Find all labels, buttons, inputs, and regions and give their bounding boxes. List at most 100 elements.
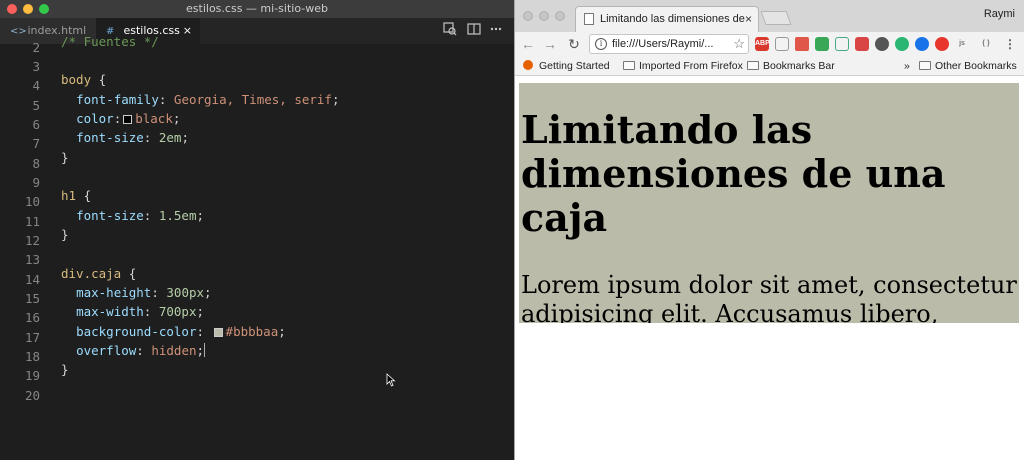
grammarly-extension-icon[interactable]	[895, 37, 909, 51]
code-editor-window: estilos.css — mi-sitio-web <> index.html…	[0, 0, 514, 460]
css-value: black	[135, 111, 173, 126]
bookmark-label: Other Bookmarks	[935, 60, 1017, 72]
css-value: 1.5em	[158, 208, 197, 223]
page-heading: Limitando las dimensiones de una caja	[521, 107, 946, 240]
folder-icon	[919, 61, 931, 70]
code-line: font-size: 1.5em;	[76, 208, 205, 223]
mouse-pointer-icon	[386, 373, 396, 387]
code-line: h1 {	[61, 186, 91, 205]
line-number: 2	[32, 40, 40, 55]
bookmark-other-bookmarks[interactable]: Other Bookmarks	[919, 56, 1017, 76]
forward-arrow-icon[interactable]: →	[541, 34, 559, 54]
minimize-window-button[interactable]	[23, 4, 33, 14]
bookmark-imported-from-firefox[interactable]: Imported From Firefox	[623, 56, 743, 76]
browser-tab-title: Limitando las dimensiones de	[600, 13, 745, 25]
code-line: color: black;	[76, 111, 181, 126]
browser-window: Limitando las dimensiones de × Raymi ← →…	[514, 0, 1024, 460]
more-actions-icon[interactable]	[488, 22, 504, 38]
line-number: 19	[24, 368, 40, 383]
address-text: file:///Users/Raymi/...	[612, 38, 714, 50]
css-selector: h1	[61, 188, 77, 203]
reload-icon[interactable]: ↻	[565, 34, 583, 54]
close-tab-icon[interactable]: ×	[183, 18, 192, 44]
css-value: hidden	[151, 343, 197, 358]
line-number: 10	[24, 194, 40, 209]
css-selector: body	[61, 72, 92, 87]
profile-name[interactable]: Raymi	[984, 8, 1015, 20]
code-line: max-width: 700px;	[76, 304, 205, 319]
code-area[interactable]: 2 3 4 5 6 7 8 9 10 11 12 13 14 15 16 17 …	[0, 34, 514, 460]
minimize-window-button[interactable]	[539, 11, 549, 21]
back-arrow-icon[interactable]: ←	[519, 34, 537, 54]
code-line: background-color: #bbbbaa;	[76, 324, 286, 339]
gear-extension-icon[interactable]	[875, 37, 889, 51]
bookmark-label: Imported From Firefox	[639, 60, 743, 72]
editor-title-bar: estilos.css — mi-sitio-web	[0, 0, 514, 18]
code-line: font-family: Georgia, Times, serif;	[76, 92, 340, 107]
bookmarks-overflow-button[interactable]: »	[904, 56, 910, 76]
code-brace: {	[76, 188, 92, 203]
code-comment: /* Fuentes */	[61, 34, 159, 49]
code-brace: }	[61, 150, 69, 165]
css-property: max-height	[76, 285, 152, 300]
code-line: div.caja {	[61, 264, 136, 283]
browser-tab-active[interactable]: Limitando las dimensiones de ×	[575, 6, 759, 32]
split-editor-icon[interactable]	[466, 22, 482, 38]
code-brace: {	[91, 72, 107, 87]
code-line: /* Fuentes */	[61, 32, 159, 51]
code-extension-icon[interactable]: { }	[979, 37, 993, 51]
bookmark-bookmarks-bar[interactable]: Bookmarks Bar	[747, 56, 835, 76]
pointer-extension-icon[interactable]	[815, 37, 829, 51]
opera-extension-icon[interactable]	[935, 37, 949, 51]
ruler-extension-icon[interactable]	[795, 37, 809, 51]
open-preview-icon[interactable]	[442, 22, 458, 38]
js-extension-icon[interactable]: js	[955, 37, 969, 51]
checkbox-extension-icon[interactable]	[835, 37, 849, 51]
editor-window-title: estilos.css — mi-sitio-web	[186, 2, 328, 15]
folder-icon	[623, 61, 635, 70]
css-property: color	[76, 111, 114, 126]
zoom-window-button[interactable]	[39, 4, 49, 14]
line-number: 12	[24, 233, 40, 248]
text-cursor	[204, 343, 206, 357]
css-value: 2em	[158, 130, 182, 145]
line-number: 3	[32, 59, 40, 74]
new-tab-button[interactable]	[760, 11, 792, 25]
css-property: max-width	[76, 304, 144, 319]
color-swatch[interactable]	[123, 115, 133, 124]
page-paragraph: Lorem ipsum dolor sit amet, consectetur …	[521, 271, 1017, 323]
zoom-window-button[interactable]	[555, 11, 565, 21]
line-number: 9	[32, 175, 40, 190]
close-window-button[interactable]	[7, 4, 17, 14]
code-brace: }	[61, 362, 69, 377]
firefox-icon	[523, 60, 533, 70]
line-number: 7	[32, 136, 40, 151]
code-line: }	[61, 148, 69, 167]
css-value: 300px	[166, 285, 205, 300]
close-window-button[interactable]	[523, 11, 533, 21]
bookmark-star-icon[interactable]: ☆	[733, 35, 745, 53]
css-value: #bbbbaa	[225, 324, 279, 339]
close-tab-icon[interactable]: ×	[745, 7, 752, 31]
screenshot-extension-icon[interactable]	[775, 37, 789, 51]
code-line: }	[61, 225, 69, 244]
vpn-extension-icon[interactable]	[915, 37, 929, 51]
page-viewport[interactable]: Limitando las dimensiones de una caja Lo…	[515, 77, 1024, 460]
code-line: font-size: 2em;	[76, 130, 189, 145]
line-number: 15	[24, 291, 40, 306]
css-value: 700px	[158, 304, 197, 319]
menu-icon[interactable]: ⋮	[1003, 37, 1017, 51]
code-line: body {	[61, 70, 106, 89]
info-icon[interactable]: i	[595, 38, 607, 50]
code-line: max-height: 300px;	[76, 285, 212, 300]
address-bar[interactable]: i file:///Users/Raymi/... ☆	[589, 34, 749, 54]
bookmark-getting-started[interactable]: Getting Started	[523, 56, 610, 76]
record-extension-icon[interactable]	[855, 37, 869, 51]
browser-tab-strip: Limitando las dimensiones de × Raymi	[515, 0, 1024, 32]
line-number: 6	[32, 117, 40, 132]
adblock-extension-icon[interactable]: ABP	[755, 37, 770, 51]
code-brace: }	[61, 227, 69, 242]
line-number: 13	[24, 252, 40, 267]
color-swatch[interactable]	[213, 328, 223, 337]
folder-icon	[747, 61, 759, 70]
